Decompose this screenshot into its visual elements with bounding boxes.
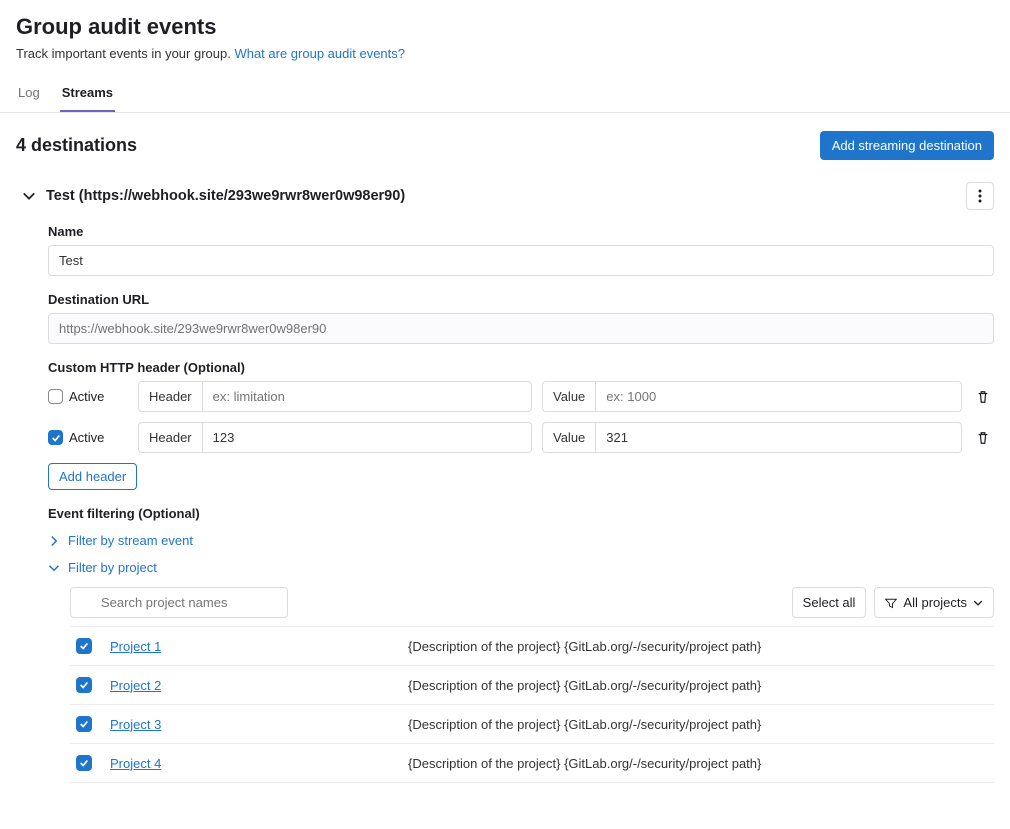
tab-log[interactable]: Log <box>16 75 42 112</box>
all-projects-label: All projects <box>903 595 967 610</box>
headers-section-label: Custom HTTP header (Optional) <box>48 360 994 375</box>
trash-icon <box>976 431 990 445</box>
tab-streams[interactable]: Streams <box>60 75 115 112</box>
all-projects-dropdown[interactable]: All projects <box>874 587 994 618</box>
header-name-input[interactable] <box>202 381 532 412</box>
destination-menu-button[interactable] <box>966 182 994 210</box>
page-subtitle: Track important events in your group. Wh… <box>16 46 994 61</box>
filter-by-project-label: Filter by project <box>68 560 157 575</box>
filter-by-project-toggle[interactable]: Filter by project <box>48 554 994 581</box>
destination-title: Test (https://webhook.site/293we9rwr8wer… <box>46 188 956 204</box>
project-desc: {Description of the project} {GitLab.org… <box>408 639 761 654</box>
subtitle-link[interactable]: What are group audit events? <box>234 46 405 61</box>
delete-header-button[interactable] <box>972 386 994 408</box>
check-icon <box>79 641 89 651</box>
project-checkbox[interactable] <box>76 677 92 693</box>
header-addon: Header <box>138 422 202 453</box>
header-active-checkbox[interactable] <box>48 389 63 404</box>
project-list: Project 1 {Description of the project} {… <box>70 626 994 783</box>
filtering-section-label: Event filtering (Optional) <box>48 506 994 521</box>
check-icon <box>79 719 89 729</box>
url-label: Destination URL <box>48 292 994 307</box>
add-header-button[interactable]: Add header <box>48 463 137 490</box>
project-checkbox[interactable] <box>76 716 92 732</box>
project-row: Project 1 {Description of the project} {… <box>70 626 994 666</box>
url-input[interactable] <box>48 313 994 344</box>
project-desc: {Description of the project} {GitLab.org… <box>408 717 761 732</box>
header-value-input[interactable] <box>595 422 962 453</box>
check-icon <box>79 680 89 690</box>
add-destination-button[interactable]: Add streaming destination <box>820 131 994 160</box>
value-addon: Value <box>542 381 595 412</box>
delete-header-button[interactable] <box>972 427 994 449</box>
subtitle-text: Track important events in your group. <box>16 46 234 61</box>
name-label: Name <box>48 224 994 239</box>
trash-icon <box>976 390 990 404</box>
name-input[interactable] <box>48 245 994 276</box>
project-row: Project 4 {Description of the project} {… <box>70 744 994 783</box>
destinations-count: 4 destinations <box>16 135 137 156</box>
project-row: Project 3 {Description of the project} {… <box>70 705 994 744</box>
project-search-input[interactable] <box>70 587 288 618</box>
tabs: Log Streams <box>0 75 1010 113</box>
project-link[interactable]: Project 1 <box>110 639 390 654</box>
check-icon <box>51 433 61 443</box>
header-active-checkbox[interactable] <box>48 430 63 445</box>
project-link[interactable]: Project 3 <box>110 717 390 732</box>
header-addon: Header <box>138 381 202 412</box>
filter-by-event-toggle[interactable]: Filter by stream event <box>48 527 994 554</box>
select-all-button[interactable]: Select all <box>792 587 867 618</box>
filter-by-event-label: Filter by stream event <box>68 533 193 548</box>
project-checkbox[interactable] <box>76 638 92 654</box>
project-link[interactable]: Project 4 <box>110 756 390 771</box>
chevron-down-icon <box>973 598 983 608</box>
chevron-down-icon <box>48 562 60 574</box>
value-addon: Value <box>542 422 595 453</box>
project-link[interactable]: Project 2 <box>110 678 390 693</box>
header-value-input[interactable] <box>595 381 962 412</box>
collapse-icon[interactable] <box>22 189 36 203</box>
filter-icon <box>885 597 897 609</box>
kebab-icon <box>978 189 982 203</box>
header-name-input[interactable] <box>202 422 532 453</box>
chevron-right-icon <box>48 535 60 547</box>
project-row: Project 2 {Description of the project} {… <box>70 666 994 705</box>
project-checkbox[interactable] <box>76 755 92 771</box>
active-label: Active <box>69 430 104 445</box>
project-desc: {Description of the project} {GitLab.org… <box>408 678 761 693</box>
project-desc: {Description of the project} {GitLab.org… <box>408 756 761 771</box>
active-label: Active <box>69 389 104 404</box>
page-title: Group audit events <box>16 14 994 40</box>
